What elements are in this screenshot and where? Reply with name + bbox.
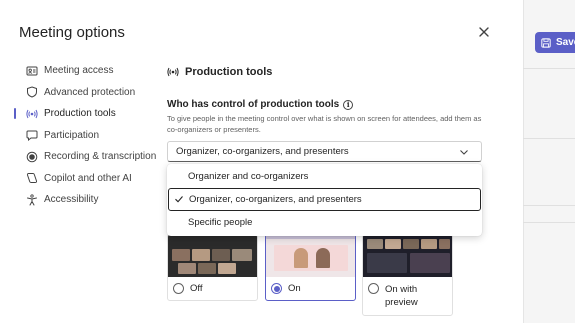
view-card-label: Off [190,283,203,294]
view-card-on[interactable]: On [265,234,356,301]
nav-item-label: Production tools [44,108,116,120]
broadcast-icon [26,108,38,120]
option-label: Specific people [188,217,253,228]
id-card-icon [26,65,38,77]
chevron-down-icon [460,150,468,155]
dialog-title: Meeting options [19,24,125,41]
radio-button[interactable] [368,283,379,294]
view-card-off[interactable]: Off [167,234,258,301]
production-control-label: Who has control of production tools i [167,99,354,110]
broadcast-icon [167,67,179,77]
radio-button[interactable] [173,283,184,294]
background-divider [523,138,575,139]
production-control-listbox: Organizer and co-organizers Organizer, c… [167,164,482,236]
nav-item-advanced-protection[interactable]: Advanced protection [20,82,156,104]
production-control-dropdown[interactable]: Organizer, co-organizers, and presenters [167,141,482,162]
shield-icon [26,86,38,98]
section-title-text: Production tools [185,66,273,78]
background-divider [523,205,575,206]
view-preview-image [363,235,452,277]
info-icon[interactable]: i [343,99,354,110]
production-control-label-text: Who has control of production tools [167,99,340,110]
view-card-on-with-preview[interactable]: On with preview [362,234,453,316]
view-preview-image [266,235,355,277]
close-icon[interactable] [477,25,491,39]
nav-item-label: Recording & transcription [44,151,157,163]
options-nav: Meeting access Advanced protection Produ… [14,60,156,211]
nav-item-production-tools[interactable]: Production tools [14,103,156,125]
dropdown-value: Organizer, co-organizers, and presenters [176,146,349,157]
radio-button[interactable] [271,283,282,294]
view-card-label: On [288,283,301,294]
option-label: Organizer, co-organizers, and presenters [189,194,362,205]
view-card-label: On with preview [385,284,418,308]
save-button-label: Save [556,37,575,48]
nav-item-label: Accessibility [44,194,99,206]
chat-icon [26,129,38,142]
copilot-icon [26,172,38,184]
option-organizer-co-organizers-presenters[interactable]: Organizer, co-organizers, and presenters [168,188,481,211]
nav-item-label: Advanced protection [44,86,136,98]
nav-item-participation[interactable]: Participation [20,125,156,147]
view-preview-image [168,235,257,277]
option-organizer-co-organizers[interactable]: Organizer and co-organizers [167,165,482,188]
accessibility-icon [26,194,38,206]
option-label: Organizer and co-organizers [188,171,309,182]
record-icon [26,151,38,163]
background-divider [523,68,575,69]
option-specific-people[interactable]: Specific people [167,211,482,234]
nav-item-recording-transcription[interactable]: Recording & transcription [20,146,156,168]
nav-item-label: Copilot and other AI [44,172,132,184]
meeting-options-dialog: Meeting options Meeting access Advanced … [0,0,523,323]
save-icon [541,37,551,48]
section-title: Production tools [167,66,272,78]
nav-item-copilot-ai[interactable]: Copilot and other AI [20,168,156,190]
background-divider [523,222,575,223]
nav-item-label: Meeting access [44,65,114,77]
nav-item-label: Participation [44,129,100,141]
nav-item-meeting-access[interactable]: Meeting access [20,60,156,82]
nav-item-accessibility[interactable]: Accessibility [20,189,156,211]
save-button[interactable]: Save [535,32,575,53]
active-indicator [14,108,16,119]
checkmark-icon [175,196,183,203]
production-control-description: To give people in the meeting control ov… [167,114,482,134]
